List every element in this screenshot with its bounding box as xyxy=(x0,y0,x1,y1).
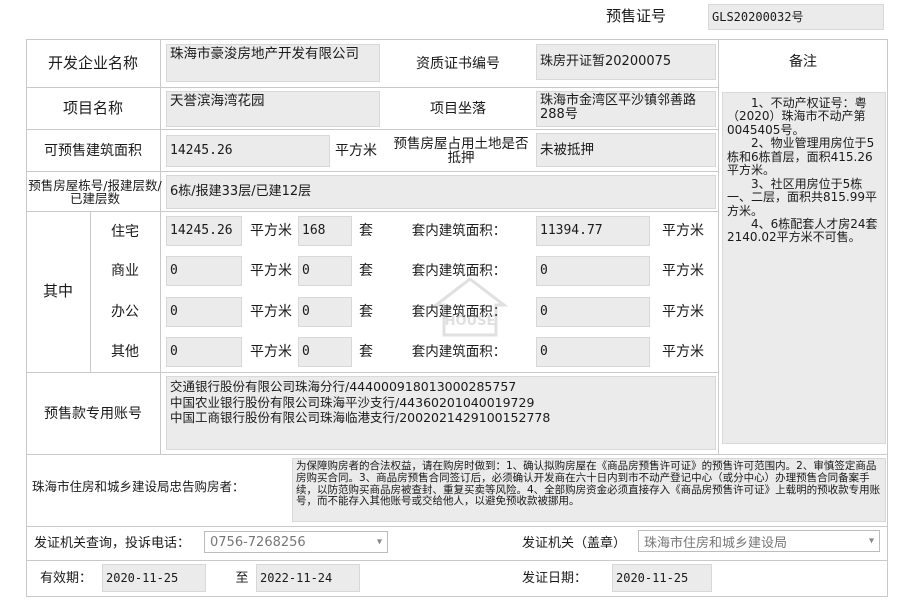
project-name-value: 天誉滨海湾花园 xyxy=(166,91,380,127)
inner-area-unit: 平方米 xyxy=(662,303,704,320)
inner-area-unit: 平方米 xyxy=(662,262,704,279)
usage-type-label: 办公 xyxy=(111,303,139,320)
account-item: 交通银行股份有限公司珠海分行/444000918013000285757 xyxy=(170,379,517,394)
remark-item: 1、不动产权证号：粤（2020）珠海市不动产第0045405号。 xyxy=(727,96,867,137)
qualification-value: 珠房开证暂20200075 xyxy=(536,44,716,80)
buildings-label: 预售房屋栋号/报建层数/已建层数 xyxy=(28,177,162,206)
usage-count-unit: 套 xyxy=(359,222,373,239)
usage-area-unit: 平方米 xyxy=(250,262,292,279)
developer-label: 开发企业名称 xyxy=(47,54,138,73)
phone-value: 0756-7268256 xyxy=(210,534,306,550)
usage-area-value: 14245.26 xyxy=(166,216,242,246)
authority-value: 珠海市住房和城乡建设局 xyxy=(644,535,788,551)
valid-label: 有效期： xyxy=(40,571,93,587)
inner-area-value: 0 xyxy=(536,256,650,286)
valid-from-value: 2020-11-25 xyxy=(102,564,206,592)
presale-area-value: 14245.26 xyxy=(166,135,330,167)
usage-count-unit: 套 xyxy=(359,262,373,279)
remark-item: 4、6栋配套人才房24套2140.02平方米不可售。 xyxy=(727,216,878,245)
developer-value: 珠海市豪浚房地产开发有限公司 xyxy=(166,44,380,82)
remarks-label: 备注 xyxy=(789,53,817,70)
mortgage-value: 未被抵押 xyxy=(536,133,716,167)
usage-area-value: 0 xyxy=(166,256,242,286)
remarks-box: 1、不动产权证号：粤（2020）珠海市不动产第0045405号。 2、物业管理用… xyxy=(722,92,886,444)
usage-type-label: 住宅 xyxy=(111,223,139,240)
cert-no-label: 预售证号 xyxy=(606,7,667,26)
breakdown-group-label: 其中 xyxy=(42,282,73,301)
usage-area-unit: 平方米 xyxy=(250,343,292,360)
phone-label: 发证机关查询，投诉电话： xyxy=(34,536,191,552)
remark-item: 3、社区用房位于5栋一、二层，面积共815.99平方米。 xyxy=(727,176,877,218)
inner-area-unit: 平方米 xyxy=(662,343,704,360)
inner-area-unit: 平方米 xyxy=(662,222,704,239)
house-watermark-logo: HOUSE xyxy=(430,275,510,345)
presale-area-unit: 平方米 xyxy=(335,142,377,159)
to-label: 至 xyxy=(235,571,249,587)
accounts-box: 交通银行股份有限公司珠海分行/444000918013000285757 中国农… xyxy=(166,376,716,450)
svg-text:HOUSE: HOUSE xyxy=(445,314,496,329)
project-location-value: 珠海市金湾区平沙镇邻善路288号 xyxy=(536,91,716,127)
account-item: 中国农业银行股份有限公司珠海平沙支行/44360201040019729 xyxy=(170,394,535,410)
accounts-label: 预售款专用账号 xyxy=(44,405,142,422)
notice-text: 为保障购房者的合法权益，请在购房时做到：1、确认拟购房屋在《商品房预售许可证》的… xyxy=(292,458,886,522)
authority-field: 珠海市住房和城乡建设局 ▾ xyxy=(638,530,880,552)
chevron-down-icon: ▾ xyxy=(868,535,874,547)
inner-area-value: 0 xyxy=(536,337,650,367)
project-location-label: 项目坐落 xyxy=(430,100,486,117)
usage-count-unit: 套 xyxy=(359,303,373,320)
buildings-value: 6栋/报建33层/已建12层 xyxy=(166,175,716,209)
presale-area-label: 可预售建筑面积 xyxy=(44,142,142,159)
issue-date-value: 2020-11-25 xyxy=(612,564,712,592)
issue-date-label: 发证日期： xyxy=(522,571,588,587)
usage-type-label: 商业 xyxy=(111,262,139,279)
account-item: 中国工商银行股份有限公司珠海临港支行/2002021429100152778 xyxy=(170,410,551,426)
inner-area-value: 0 xyxy=(536,297,650,327)
mortgage-label: 预售房屋占用土地是否抵押 xyxy=(393,135,529,166)
cert-no-value: GLS20200032号 xyxy=(708,4,884,30)
chevron-down-icon: ▾ xyxy=(376,536,382,548)
usage-area-unit: 平方米 xyxy=(250,222,292,239)
usage-count-value: 0 xyxy=(298,297,352,327)
usage-type-label: 其他 xyxy=(111,343,139,360)
inner-area-value: 11394.77 xyxy=(536,216,650,246)
usage-area-value: 0 xyxy=(166,297,242,327)
phone-field: 0756-7268256 ▾ xyxy=(204,531,388,553)
inner-area-label: 套内建筑面积： xyxy=(411,222,507,239)
usage-count-value: 0 xyxy=(298,256,352,286)
usage-area-value: 0 xyxy=(166,337,242,367)
usage-count-value: 168 xyxy=(298,216,352,246)
usage-count-unit: 套 xyxy=(359,343,373,360)
presale-permit-page: 预售证号 GLS20200032号 开发企业名称 珠海市豪浚房地产开发有限公司 … xyxy=(0,0,900,600)
usage-count-value: 0 xyxy=(298,337,352,367)
authority-label: 发证机关（盖章） xyxy=(522,536,627,552)
qualification-label: 资质证书编号 xyxy=(416,55,500,72)
remark-item: 2、物业管理用房位于5栋和6栋首层，面积415.26平方米。 xyxy=(727,136,875,178)
project-name-label: 项目名称 xyxy=(62,99,123,118)
usage-area-unit: 平方米 xyxy=(250,303,292,320)
valid-to-value: 2022-11-24 xyxy=(256,564,360,592)
notice-label: 珠海市住房和城乡建设局忠告购房者： xyxy=(32,479,245,495)
